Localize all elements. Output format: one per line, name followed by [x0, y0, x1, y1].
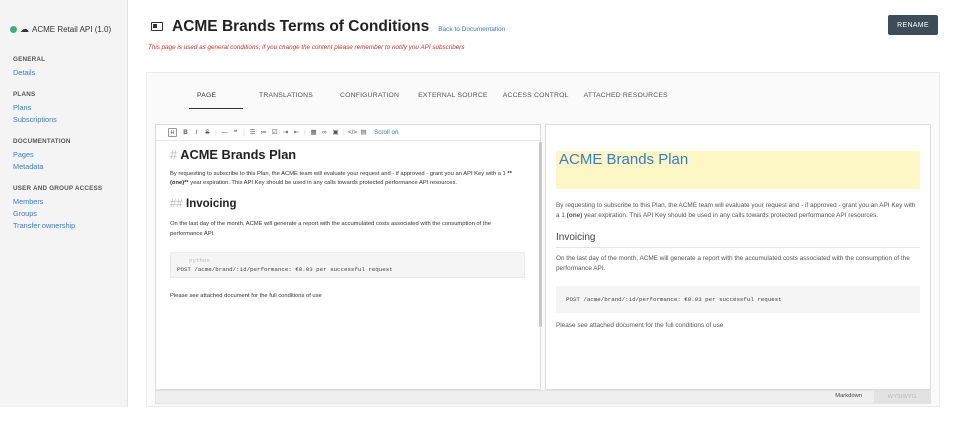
- sidebar-item-metadata[interactable]: Metadata: [13, 161, 127, 173]
- page-editor-card: PAGE TRANSLATIONS CONFIGURATION EXTERNAL…: [146, 72, 940, 407]
- editor-toolbar: H B I S | — ❝ | ☰ ≔ ☑ ⇥ ⇤ | ▦ ∞ ▣ | </> …: [156, 125, 540, 141]
- heading-marker: #: [170, 147, 178, 162]
- code-block-icon[interactable]: ▤: [358, 129, 369, 136]
- rename-button[interactable]: RENAME: [888, 15, 938, 35]
- editor-code-block: python POST /acme/brand/:id/performance:…: [170, 252, 525, 278]
- link-icon[interactable]: ∞: [319, 129, 330, 136]
- indent-icon[interactable]: ⇥: [280, 129, 291, 136]
- sidebar-item-subscriptions[interactable]: Subscriptions: [13, 114, 127, 126]
- editor-heading-2: ## Invoicing: [170, 197, 540, 210]
- sidebar-item-transfer-ownership[interactable]: Transfer ownership: [13, 220, 127, 232]
- code-line: POST /acme/brand/:id/performance: €0.03 …: [177, 266, 393, 273]
- back-to-documentation-link[interactable]: Back to Documentation: [438, 26, 505, 33]
- api-title[interactable]: ☁ ACME Retail API (1.0): [0, 0, 127, 34]
- tab-access-control[interactable]: ACCESS CONTROL: [503, 85, 569, 109]
- sidebar: ☁ ACME Retail API (1.0) GENERAL Details …: [0, 0, 128, 407]
- editor-content[interactable]: # ACME Brands Plan By requesting to subs…: [156, 141, 540, 302]
- code-icon[interactable]: </>: [347, 129, 358, 136]
- api-title-label: ACME Retail API (1.0): [32, 25, 112, 34]
- bullet-list-icon[interactable]: ☰: [247, 129, 258, 136]
- cloud-icon: ☁: [20, 24, 29, 34]
- numbered-list-icon[interactable]: ≔: [258, 129, 269, 136]
- preview-paragraph: Please see attached document for the ful…: [556, 322, 724, 329]
- bold-text: (one): [566, 212, 583, 219]
- markdown-editor[interactable]: H B I S | — ❝ | ☰ ≔ ☑ ⇥ ⇤ | ▦ ∞ ▣ | </> …: [155, 124, 542, 390]
- markdown-preview: ACME Brands Plan By requesting to subscr…: [545, 124, 931, 390]
- preview-heading-2: Invoicing: [556, 233, 920, 248]
- tab-configuration[interactable]: CONFIGURATION: [340, 85, 399, 109]
- sidebar-item-plans[interactable]: Plans: [13, 102, 127, 114]
- code-language: python: [189, 257, 210, 264]
- paragraph-text: By requesting to subscribe to this Plan,…: [170, 170, 508, 177]
- sidebar-item-pages[interactable]: Pages: [13, 149, 127, 161]
- tab-page[interactable]: PAGE: [189, 85, 243, 109]
- sidebar-item-groups[interactable]: Groups: [13, 208, 127, 220]
- sidebar-section-plans: PLANS Plans Subscriptions: [0, 91, 127, 126]
- heading-marker: ##: [170, 197, 183, 210]
- quote-icon[interactable]: ❝: [230, 129, 241, 136]
- tab-external-source[interactable]: EXTERNAL SOURCE: [418, 85, 488, 109]
- sidebar-heading: PLANS: [13, 91, 36, 98]
- sidebar-heading: USER AND GROUP ACCESS: [13, 185, 103, 192]
- mode-wysiwyg-tab[interactable]: WYSIWYG: [874, 391, 930, 403]
- sidebar-item-details[interactable]: Details: [13, 67, 127, 79]
- bold-icon[interactable]: B: [180, 129, 191, 136]
- editor-scrollbar[interactable]: [539, 142, 542, 327]
- preview-code-block: POST /acme/brand/:id/performance: €0.03 …: [556, 286, 920, 313]
- italic-icon[interactable]: I: [191, 129, 202, 136]
- paragraph-text: year expiration. This API Key should be …: [582, 212, 879, 219]
- editor-paragraph: By requesting to subscribe to this Plan,…: [170, 170, 520, 189]
- warning-message: This page is used as general conditions,…: [148, 44, 465, 51]
- tab-bar: PAGE TRANSLATIONS CONFIGURATION EXTERNAL…: [155, 85, 668, 109]
- paragraph-text: year expiration. This API Key should be …: [188, 180, 457, 186]
- heading-icon[interactable]: H: [168, 128, 177, 137]
- strikethrough-icon[interactable]: S: [202, 129, 213, 136]
- preview-heading-1: ACME Brands Plan: [556, 151, 920, 189]
- task-list-icon[interactable]: ☑: [269, 129, 280, 136]
- tab-translations[interactable]: TRANSLATIONS: [259, 85, 313, 109]
- sidebar-item-members[interactable]: Members: [13, 196, 127, 208]
- preview-paragraph: On the last day of the month, ACME will …: [556, 255, 910, 272]
- editor-paragraph: Please see attached document for the ful…: [170, 293, 322, 299]
- preview-paragraph: By requesting to subscribe to this Plan,…: [556, 201, 916, 221]
- page-title: ACME Brands Terms of Conditions: [172, 18, 430, 35]
- horizontal-rule-icon[interactable]: —: [219, 129, 230, 136]
- tab-attached-resources[interactable]: ATTACHED RESOURCES: [584, 85, 668, 109]
- status-dot-icon: [10, 26, 17, 33]
- table-icon[interactable]: ▦: [308, 129, 319, 136]
- outdent-icon[interactable]: ⇤: [291, 129, 302, 136]
- sidebar-heading: GENERAL: [13, 56, 46, 63]
- editor-heading-1: # ACME Brands Plan: [170, 147, 540, 162]
- sidebar-heading: DOCUMENTATION: [13, 138, 71, 145]
- scroll-sync-toggle[interactable]: Scroll on: [374, 129, 399, 136]
- mode-markdown-tab[interactable]: Markdown: [835, 393, 862, 399]
- sidebar-section-user-group-access: USER AND GROUP ACCESS Members Groups Tra…: [0, 185, 127, 232]
- sidebar-section-documentation: DOCUMENTATION Pages Metadata: [0, 138, 127, 173]
- document-icon: [151, 22, 163, 31]
- sidebar-section-general: GENERAL Details: [0, 56, 127, 79]
- page-header: ACME Brands Terms of Conditions Back to …: [151, 18, 505, 36]
- heading-text: ACME Brands Plan: [180, 147, 297, 162]
- heading-text: Invoicing: [186, 197, 237, 210]
- editor-mode-bar: Markdown WYSIWYG: [155, 390, 931, 404]
- image-icon[interactable]: ▣: [330, 129, 341, 136]
- editor-paragraph: On the last day of the month, ACME will …: [170, 221, 491, 237]
